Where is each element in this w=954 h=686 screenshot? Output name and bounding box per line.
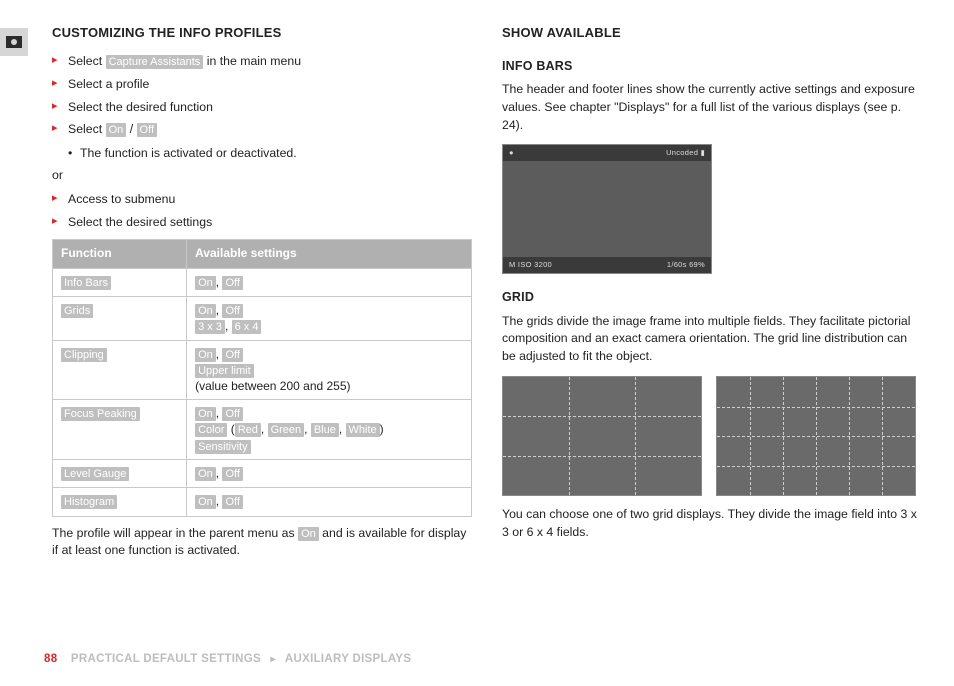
- fn-focus-peaking: Focus Peaking: [61, 407, 140, 421]
- breadcrumb-1: PRACTICAL DEFAULT SETTINGS: [71, 653, 261, 665]
- frame-top-left: ●: [509, 148, 514, 159]
- left-column: CUSTOMIZING THE INFO PROFILES Select Cap…: [52, 24, 472, 570]
- settings-grids: On, Off 3 x 3, 6 x 4: [187, 297, 472, 340]
- frame-bot-right: 1/60s 69%: [667, 260, 705, 271]
- grid-3x3-preview: [502, 376, 702, 496]
- settings-level-gauge: On, Off: [187, 459, 472, 487]
- step-select-capture: Select Capture Assistants in the main me…: [52, 53, 472, 71]
- chip-capture-assistants: Capture Assistants: [106, 55, 204, 69]
- th-available: Available settings: [187, 240, 472, 268]
- grid-text: The grids divide the image frame into mu…: [502, 313, 922, 366]
- grid-6x4-preview: [716, 376, 916, 496]
- grid-choice-text: You can choose one of two grid displays.…: [502, 506, 922, 542]
- step-select-settings: Select the desired settings: [52, 214, 472, 232]
- settings-histogram: On, Off: [187, 488, 472, 516]
- right-column: SHOW AVAILABLE INFO BARS The header and …: [502, 24, 922, 570]
- frame-top-right: Uncoded ▮: [666, 148, 705, 159]
- bullet-activated: The function is activated or deactivated…: [68, 145, 472, 163]
- page-columns: CUSTOMIZING THE INFO PROFILES Select Cap…: [52, 24, 928, 570]
- breadcrumb-2: AUXILIARY DISPLAYS: [285, 653, 411, 665]
- grid-preview-row: [502, 376, 922, 496]
- heading-customizing: CUSTOMIZING THE INFO PROFILES: [52, 24, 472, 43]
- or-text: or: [52, 167, 472, 185]
- function-table: Function Available settings Info Bars On…: [52, 239, 472, 516]
- heading-show-available: SHOW AVAILABLE: [502, 24, 922, 43]
- settings-clipping: On, Off Upper limit (value between 200 a…: [187, 340, 472, 400]
- chip-on-inline: On: [298, 527, 319, 541]
- fn-level-gauge: Level Gauge: [61, 467, 129, 481]
- step-select-profile: Select a profile: [52, 76, 472, 94]
- breadcrumb-sep-icon: ▸: [271, 654, 276, 665]
- settings-info-bars: On, Off: [187, 268, 472, 296]
- info-bars-text: The header and footer lines show the cur…: [502, 81, 922, 134]
- sub-bullet-list: The function is activated or deactivated…: [68, 145, 472, 163]
- th-function: Function: [53, 240, 187, 268]
- fn-histogram: Histogram: [61, 495, 117, 509]
- chip-off: Off: [137, 123, 157, 137]
- subheading-grid: GRID: [502, 288, 922, 306]
- step-select-function: Select the desired function: [52, 99, 472, 117]
- frame-bot-left: M ISO 3200: [509, 260, 552, 271]
- page-footer: 88 PRACTICAL DEFAULT SETTINGS ▸ AUXILIAR…: [44, 651, 411, 668]
- fn-info-bars: Info Bars: [61, 276, 111, 290]
- after-table-text: The profile will appear in the parent me…: [52, 525, 472, 561]
- step-access-submenu: Access to submenu: [52, 191, 472, 209]
- settings-focus-peaking: On, Off Color (Red, Green, Blue, White) …: [187, 400, 472, 460]
- step-select-on-off: Select On / Off: [52, 121, 472, 139]
- steps-list-1: Select Capture Assistants in the main me…: [52, 53, 472, 139]
- page-number: 88: [44, 653, 57, 665]
- camera-display-preview: ● Uncoded ▮ M ISO 3200 1/60s 69%: [502, 144, 712, 274]
- steps-list-2: Access to submenu Select the desired set…: [52, 191, 472, 232]
- subheading-info-bars: INFO BARS: [502, 57, 922, 75]
- section-tab-icon: [0, 28, 28, 56]
- fn-clipping: Clipping: [61, 348, 107, 362]
- fn-grids: Grids: [61, 304, 93, 318]
- chip-on: On: [106, 123, 127, 137]
